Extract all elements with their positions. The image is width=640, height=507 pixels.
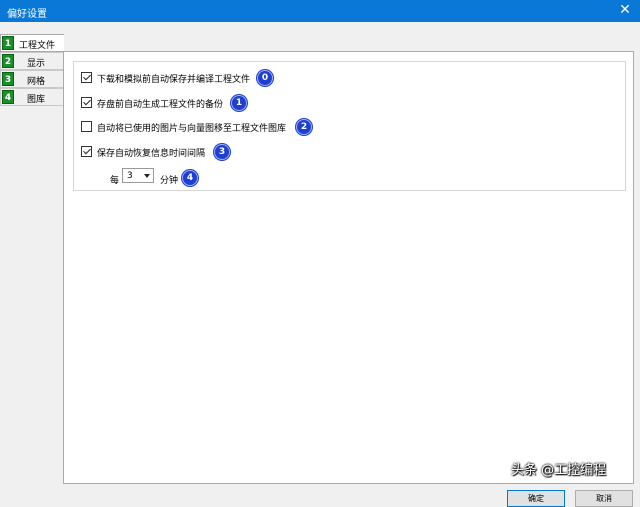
step-badge: 1	[231, 95, 247, 111]
tab-number-badge: 3	[2, 72, 14, 86]
tab-gallery[interactable]: 4 图库	[0, 88, 63, 106]
window-title: 偏好设置	[7, 9, 47, 20]
option-label: 保存自动恢复信息时间间隔	[97, 149, 206, 159]
option-move-images-to-gallery[interactable]: 自动将已使用的图片与向量图移至工程文件图库 2	[81, 119, 312, 135]
checkbox[interactable]	[81, 121, 92, 132]
dialog-body: 1 工程文件 2 显示 3 网格 4 图库 下载和模拟前自动保存并编译工程文件 …	[0, 22, 640, 507]
interval-prefix: 每	[110, 176, 120, 186]
options-group: 下载和模拟前自动保存并编译工程文件 0 存盘前自动生成工程文件的备份 1 自动将…	[73, 61, 626, 191]
tab-display[interactable]: 2 显示	[0, 52, 63, 70]
option-autorecover-interval[interactable]: 保存自动恢复信息时间间隔 3	[81, 144, 241, 160]
tab-number-badge: 4	[2, 90, 14, 104]
title-bar: 偏好设置 ✕	[0, 0, 640, 22]
option-backup-before-save[interactable]: 存盘前自动生成工程文件的备份 1	[81, 95, 251, 111]
settings-panel: 下载和模拟前自动保存并编译工程文件 0 存盘前自动生成工程文件的备份 1 自动将…	[63, 51, 634, 484]
step-badge: 2	[296, 119, 312, 135]
tab-grid[interactable]: 3 网格	[0, 70, 63, 88]
tab-project-file[interactable]: 1 工程文件	[0, 34, 64, 52]
ok-button[interactable]: 确定	[507, 490, 565, 507]
chevron-down-icon[interactable]	[144, 174, 150, 178]
cancel-button[interactable]: 取消	[575, 490, 633, 507]
tab-label: 图库	[27, 95, 46, 105]
watermark-text: 头条 @工控编程	[511, 463, 607, 478]
option-label: 自动将已使用的图片与向量图移至工程文件图库	[97, 124, 287, 134]
tab-label: 网格	[27, 77, 46, 87]
option-label: 下载和模拟前自动保存并编译工程文件	[97, 75, 251, 85]
interval-select[interactable]: 3	[122, 168, 154, 183]
tab-label: 工程文件	[19, 41, 56, 51]
option-autosave-compile[interactable]: 下载和模拟前自动保存并编译工程文件 0	[81, 70, 281, 86]
interval-suffix: 分钟	[160, 176, 179, 186]
checkbox[interactable]	[81, 97, 92, 108]
checkbox[interactable]	[81, 72, 92, 83]
interval-value: 3	[127, 171, 133, 181]
close-icon[interactable]: ✕	[616, 1, 634, 19]
option-label: 存盘前自动生成工程文件的备份	[97, 100, 224, 110]
step-badge: 4	[182, 170, 198, 186]
tab-number-badge: 2	[2, 54, 14, 68]
tab-number-badge: 1	[2, 36, 14, 50]
step-badge: 0	[257, 70, 273, 86]
checkbox[interactable]	[81, 146, 92, 157]
step-badge: 3	[214, 144, 230, 160]
tab-label: 显示	[27, 59, 46, 69]
